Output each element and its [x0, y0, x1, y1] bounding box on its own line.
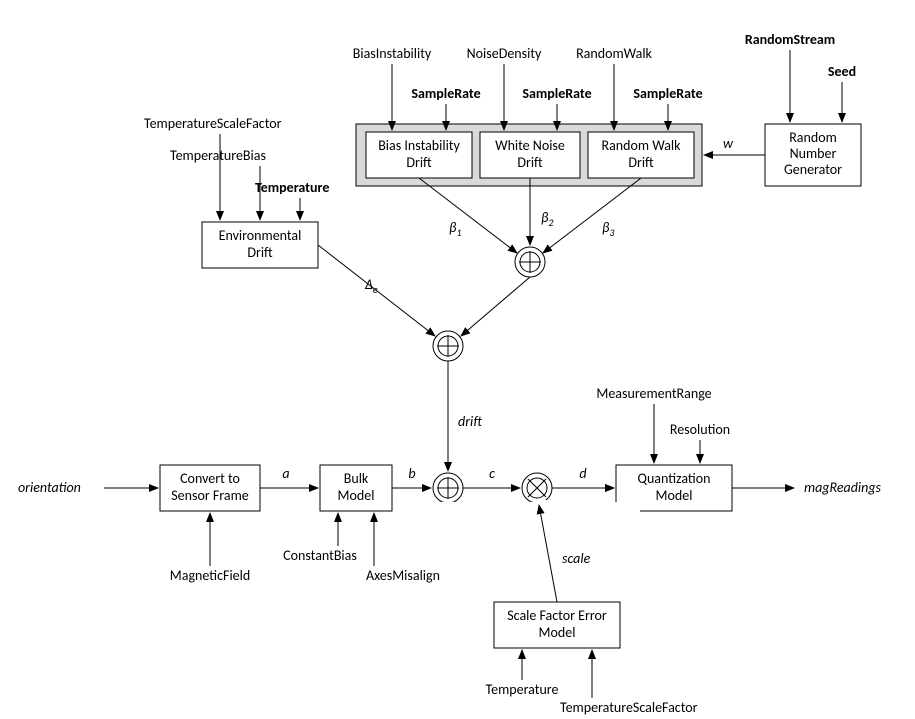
bulk-label-1: Bulk [344, 470, 369, 487]
c-sum-op [433, 473, 463, 503]
bias-instability-label: BiasInstability [353, 45, 432, 62]
multiply-op [522, 473, 552, 503]
quant-label-2: Model [656, 487, 693, 504]
diagram-canvas: Bias Instability Drift White Noise Drift… [0, 0, 915, 719]
drift-signal-label: drift [458, 413, 482, 430]
w-signal-label: w [723, 135, 734, 152]
env-drift-label-2: Drift [247, 244, 273, 261]
sample-rate-label-3: SampleRate [633, 85, 702, 102]
scale-label-2b: Model [539, 624, 576, 641]
random-stream-label: RandomStream [745, 31, 835, 48]
a-signal-label: a [282, 465, 289, 482]
scale-label-1b: Scale Factor Error [507, 607, 607, 624]
quant-label-1: Quantization [638, 470, 711, 487]
rng-label-3: Generator [784, 161, 842, 178]
random-walk-drift-label-2: Drift [628, 154, 654, 171]
measurement-range-label: MeasurementRange [596, 385, 711, 402]
delta-e-label: Δe [364, 276, 378, 296]
temp-bias-label: TemperatureBias [170, 147, 266, 164]
bias-instability-drift-label-2: Drift [406, 154, 432, 171]
orientation-io-label: orientation [18, 479, 81, 496]
beta-sum-op [515, 247, 545, 277]
env-drift-label-1: Environmental [219, 227, 302, 244]
constant-bias-label: ConstantBias [283, 547, 357, 564]
beta1-label: β1 [449, 219, 461, 239]
random-walk-label: RandomWalk [576, 45, 652, 62]
seed-label: Seed [828, 63, 856, 80]
temp-scale-factor-label-1: TemperatureScaleFactor [144, 115, 282, 132]
noise-density-label: NoiseDensity [467, 45, 542, 62]
b-signal-label: b [408, 465, 415, 482]
temperature-label-2: Temperature [486, 681, 559, 698]
c-signal-label: c [489, 465, 495, 482]
convert-label-1: Convert to [180, 470, 240, 487]
bulk-label-2: Model [338, 487, 375, 504]
beta3-label: β3 [602, 219, 614, 239]
temp-scale-factor-label-2: TemperatureScaleFactor [560, 699, 698, 716]
magnetic-field-label: MagneticField [170, 567, 250, 584]
convert-label-2: Sensor Frame [171, 487, 249, 504]
random-walk-drift-label-1: Random Walk [601, 137, 681, 154]
white-noise-drift-label-2: Drift [517, 154, 543, 171]
sample-rate-label-1: SampleRate [411, 85, 480, 102]
scale-signal-label-3: scale [562, 550, 591, 567]
bias-instability-drift-label-1: Bias Instability [378, 137, 460, 154]
beta2-label: β2 [541, 209, 553, 229]
magreadings-io-label: magReadings [804, 479, 882, 496]
rng-label-2: Number [790, 145, 837, 162]
resolution-label: Resolution [670, 421, 730, 438]
drift-sum-op [433, 331, 463, 361]
white-noise-drift-label-1: White Noise [495, 137, 565, 154]
rng-label-1: Random [789, 129, 837, 146]
sample-rate-label-2: SampleRate [522, 85, 591, 102]
d-signal-label: d [579, 465, 586, 482]
temperature-label-1: Temperature [255, 179, 329, 196]
